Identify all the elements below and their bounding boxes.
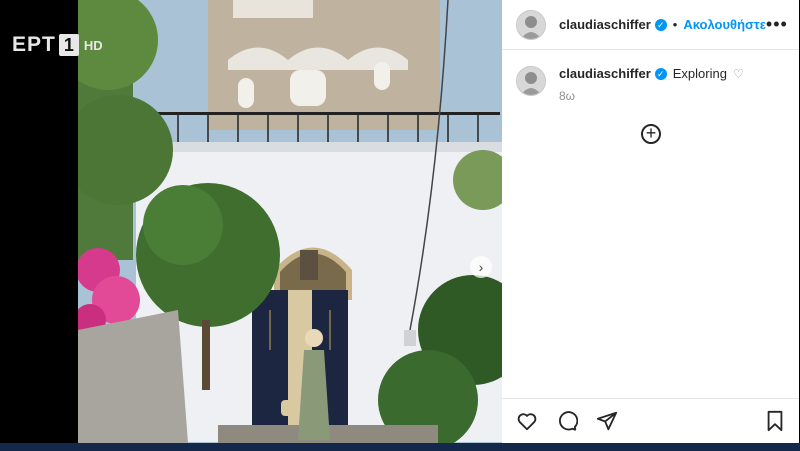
channel-number: 1 [58,34,79,56]
broadcast-ticker-bar [0,443,800,451]
verified-badge-icon: ✓ [654,67,667,80]
post-caption: claudiaschiffer ✓ Exploring ♡ 8ω [502,50,799,103]
follow-separator: • [672,17,678,32]
more-options-icon[interactable]: ••• [766,14,788,35]
avatar[interactable] [516,9,546,40]
caption-username-link[interactable]: claudiaschiffer [559,66,651,81]
username-link[interactable]: claudiaschiffer [559,17,651,32]
channel-name: ΕΡΤ [12,33,56,56]
post-actions [502,398,799,443]
bookmark-icon[interactable] [765,410,785,432]
caption-like-icon[interactable]: ♡ [733,67,744,81]
carousel-next-button[interactable]: › [470,256,492,278]
load-more-comments-icon[interactable]: + [641,124,661,144]
caption-avatar[interactable] [516,66,546,96]
follow-button[interactable]: Ακολουθήστε [683,17,766,32]
post-header: claudiaschiffer ✓ • Ακολουθήστε ••• [502,0,799,50]
comment-icon[interactable] [556,410,578,432]
heart-icon[interactable] [516,410,538,432]
send-icon[interactable] [596,410,618,432]
hd-label: HD [83,37,103,53]
avatar-portrait-icon [517,10,545,39]
caption-text: Exploring [672,66,727,81]
caption-line: claudiaschiffer ✓ Exploring ♡ [559,66,744,81]
church-photo-illustration [78,0,502,443]
post-timestamp[interactable]: 8ω [559,89,744,103]
verified-badge-icon: ✓ [654,18,667,31]
avatar-portrait-icon [517,67,545,95]
post-photo [78,0,502,443]
channel-logo: ΕΡΤ 1 HD [12,33,103,57]
caption-body: claudiaschiffer ✓ Exploring ♡ 8ω [559,66,744,103]
post-side-panel: claudiaschiffer ✓ • Ακολουθήστε ••• clau… [502,0,799,443]
